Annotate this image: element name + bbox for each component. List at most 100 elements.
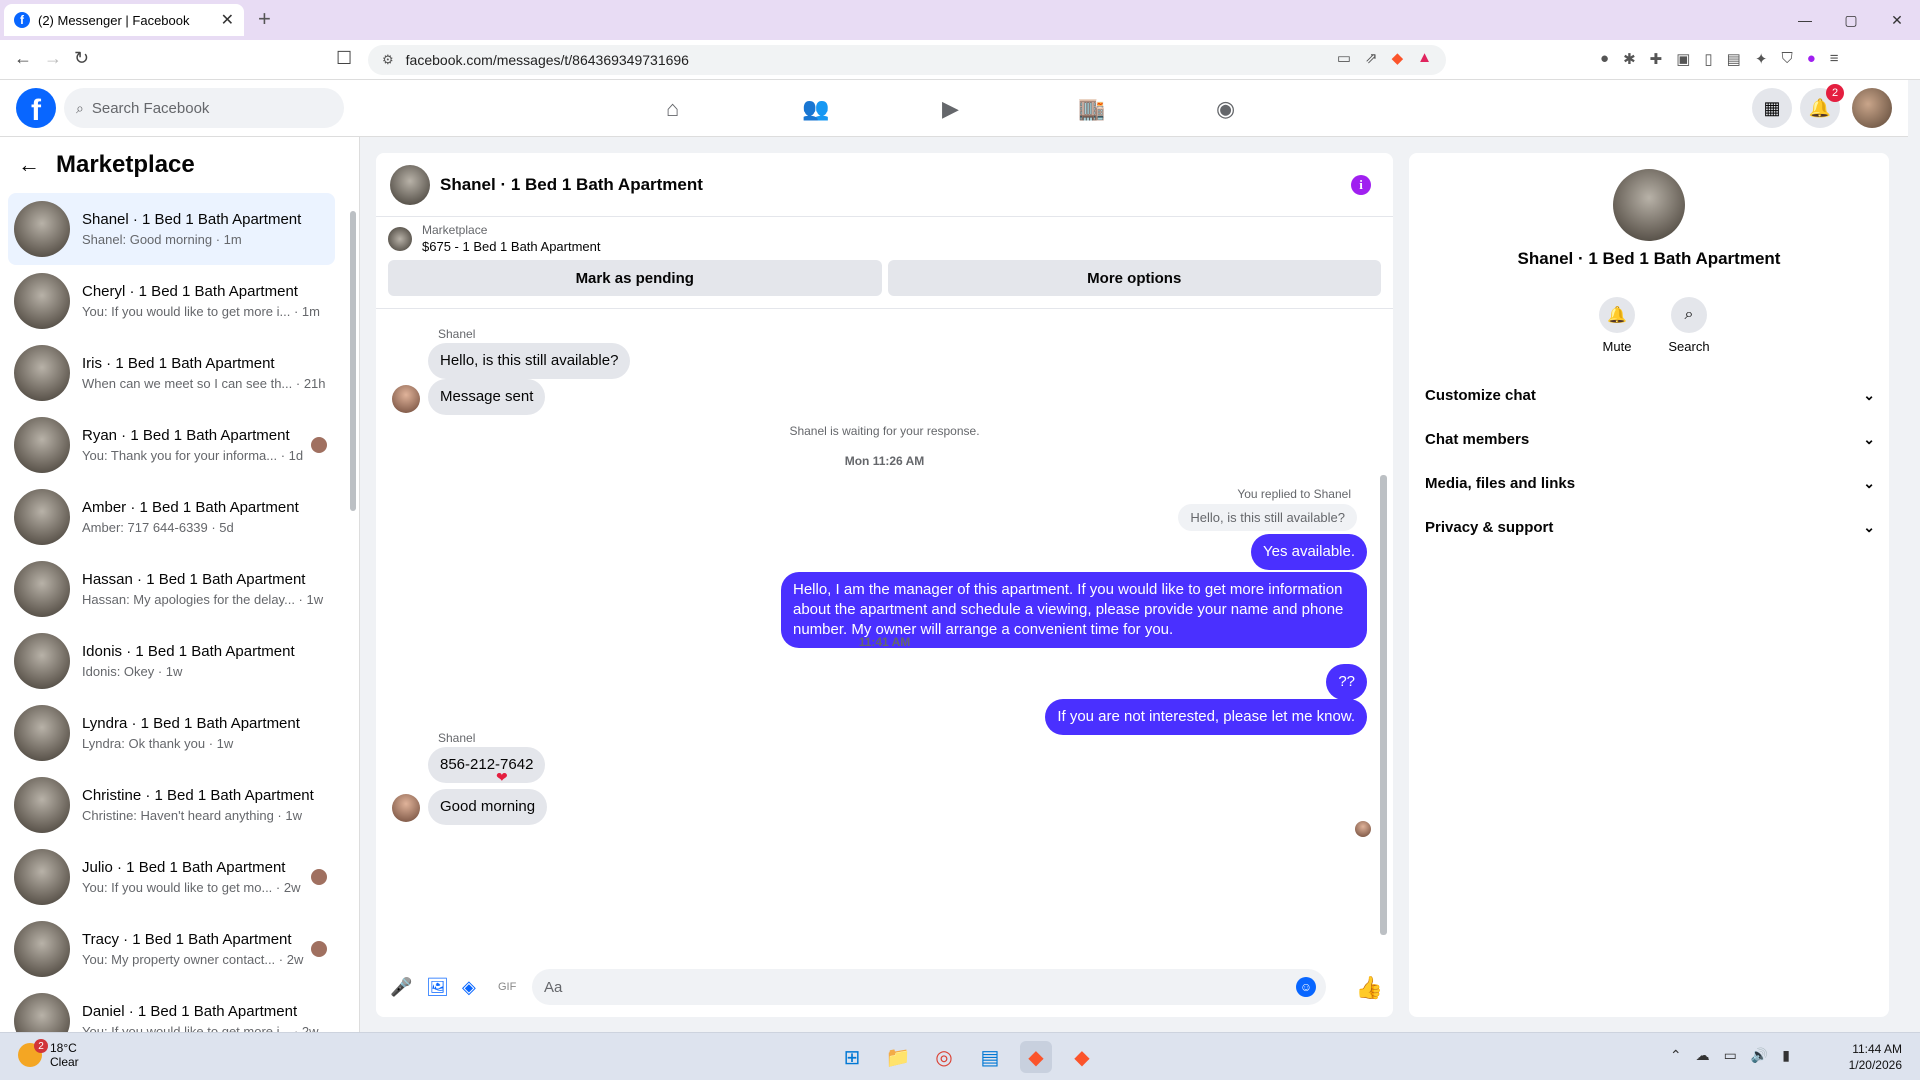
gif-icon[interactable]: GIF <box>498 981 534 993</box>
vpn-icon[interactable]: ⛉ <box>1781 50 1792 68</box>
mute-button[interactable]: 🔔 Mute <box>1587 297 1647 354</box>
reader-icon[interactable]: ▣ <box>1676 50 1690 68</box>
notifications-icon[interactable]: 🔔 2 <box>1800 84 1844 128</box>
incoming-message[interactable]: Good morning <box>428 789 548 825</box>
conversation-item[interactable]: Iris · 1 Bed 1 Bath Apartment When can we… <box>8 337 335 409</box>
extension-icon[interactable]: ● <box>1600 50 1609 68</box>
weather-widget[interactable]: 2 18°C Clear <box>18 1039 79 1069</box>
outgoing-message[interactable]: ?? <box>1326 664 1367 700</box>
incoming-message[interactable]: 856-212-7642 <box>428 747 546 783</box>
video-icon[interactable]: ▶ <box>942 96 959 122</box>
quoted-message[interactable]: Hello, is this still available? <box>1178 504 1357 531</box>
menu-grid-icon[interactable]: ▦ <box>1752 88 1792 128</box>
menu-icon[interactable]: ≡ <box>1830 50 1839 68</box>
more-options-button[interactable]: More options <box>887 260 1381 296</box>
new-tab-button[interactable]: + <box>258 6 271 32</box>
scrollbar-thumb[interactable] <box>350 211 356 511</box>
account-avatar[interactable] <box>1852 88 1892 128</box>
sticker-icon[interactable]: ◈ <box>462 977 498 998</box>
conversation-item[interactable]: Daniel · 1 Bed 1 Bath Apartment You: If y… <box>8 985 335 1032</box>
chrome-icon[interactable]: ◎ <box>928 1041 960 1073</box>
info-icon[interactable]: i <box>1351 175 1371 195</box>
brave-rewards-icon[interactable]: ▲ <box>1417 49 1432 67</box>
conversation-item[interactable]: Amber · 1 Bed 1 Bath Apartment Amber: 717… <box>8 481 335 553</box>
conversation-item[interactable]: Ryan · 1 Bed 1 Bath Apartment You: Thank … <box>8 409 335 481</box>
media-files-links-section[interactable]: Media, files and links ⌄ <box>1425 461 1875 505</box>
incoming-message[interactable]: Message sent <box>428 379 546 415</box>
conversation-item[interactable]: Cheryl · 1 Bed 1 Bath Apartment You: If y… <box>8 265 335 337</box>
conversation-item[interactable]: Hassan · 1 Bed 1 Bath Apartment Hassan: M… <box>8 553 335 625</box>
site-info-icon[interactable]: ⚙ <box>382 52 394 68</box>
sender-avatar[interactable] <box>392 794 420 822</box>
wallet-icon[interactable]: ▤ <box>1727 50 1741 68</box>
back-arrow-icon[interactable]: ← <box>14 48 32 69</box>
search-button[interactable]: ⌕ Search <box>1659 297 1719 354</box>
system-clock[interactable]: 11:44 AM 1/20/2026 <box>1849 1041 1902 1073</box>
sidebar-toggle-icon[interactable]: ▯ <box>1704 50 1712 68</box>
sender-avatar[interactable] <box>392 385 420 413</box>
tab-close-icon[interactable]: ✕ <box>221 10 234 30</box>
message-input[interactable]: Aa ☺ <box>532 969 1326 1005</box>
conversation-item[interactable]: Julio · 1 Bed 1 Bath Apartment You: If yo… <box>8 841 335 913</box>
leo-icon[interactable]: ✦ <box>1755 50 1768 68</box>
bookmark-icon[interactable]: ☐ <box>336 48 352 69</box>
share-icon[interactable]: ⇗ <box>1365 49 1378 67</box>
cast-icon[interactable]: ▭ <box>1337 49 1351 67</box>
onedrive-icon[interactable]: ☁ <box>1696 1047 1710 1064</box>
network-icon[interactable]: ▭ <box>1724 1047 1737 1064</box>
conversation-item[interactable]: Christine · 1 Bed 1 Bath Apartment Christ… <box>8 769 335 841</box>
section-label: Chat members <box>1425 430 1530 448</box>
customize-chat-section[interactable]: Customize chat ⌄ <box>1425 373 1875 417</box>
brave-browser-icon[interactable]: ◆ <box>1066 1041 1098 1073</box>
profile-avatar[interactable] <box>1613 169 1685 241</box>
microphone-icon[interactable]: 🎤 <box>390 977 426 998</box>
conversation-item[interactable]: Lyndra · 1 Bed 1 Bath Apartment Lyndra: O… <box>8 697 335 769</box>
heart-reaction-icon[interactable]: ❤ <box>496 769 508 786</box>
reload-icon[interactable]: ↻ <box>74 48 89 69</box>
volume-icon[interactable]: 🔊 <box>1751 1047 1768 1064</box>
conversation-item[interactable]: Shanel · 1 Bed 1 Bath Apartment Shanel: G… <box>8 193 335 265</box>
incoming-message[interactable]: Hello, is this still available? <box>428 343 631 379</box>
chevron-up-icon[interactable]: ⌃ <box>1670 1047 1682 1064</box>
close-window-button[interactable]: ✕ <box>1874 0 1920 40</box>
outgoing-message[interactable]: If you are not interested, please let me… <box>1045 699 1367 735</box>
groups-icon[interactable]: ◉ <box>1216 96 1235 122</box>
forward-arrow-icon[interactable]: → <box>44 48 62 69</box>
listing-thumbnail[interactable] <box>388 226 412 251</box>
emoji-icon[interactable]: ☺ <box>1296 977 1316 997</box>
sidebar-scrollbar[interactable] <box>349 191 357 1031</box>
friends-icon[interactable]: 👥 <box>802 96 829 122</box>
facebook-logo[interactable]: f <box>16 88 56 128</box>
chat-title[interactable]: Shanel · 1 Bed 1 Bath Apartment <box>440 175 703 195</box>
facebook-search-input[interactable]: ⌕ Search Facebook <box>64 88 344 128</box>
conversation-item[interactable]: Idonis · 1 Bed 1 Bath Apartment Idonis: O… <box>8 625 335 697</box>
file-explorer-icon[interactable]: 📁 <box>882 1041 914 1073</box>
photo-icon[interactable]: 🖼 <box>426 977 462 998</box>
brave-browser-icon[interactable]: ◆ <box>1020 1041 1052 1073</box>
clock-time: 11:44 AM <box>1852 1042 1902 1056</box>
listing-price[interactable]: $675 - 1 Bed 1 Bath Apartment <box>422 239 601 254</box>
extension-icon[interactable]: ✱ <box>1623 50 1636 68</box>
battery-icon[interactable]: ▮ <box>1782 1047 1790 1064</box>
outgoing-message[interactable]: Yes available. <box>1250 534 1367 570</box>
chat-members-section[interactable]: Chat members ⌄ <box>1425 417 1875 461</box>
privacy-support-section[interactable]: Privacy & support ⌄ <box>1425 505 1875 549</box>
thumbs-up-icon[interactable]: 👍 <box>1356 975 1383 1001</box>
chat-avatar[interactable] <box>390 164 430 205</box>
marketplace-icon[interactable]: 🏬 <box>1078 96 1105 122</box>
browser-tab-messenger[interactable]: f (2) Messenger | Facebook ✕ <box>4 4 244 36</box>
puzzle-icon[interactable]: ✚ <box>1650 50 1663 68</box>
scrollbar-thumb[interactable] <box>1380 475 1387 935</box>
minimize-button[interactable]: — <box>1782 0 1828 40</box>
notepad-icon[interactable]: ▤ <box>974 1041 1006 1073</box>
back-arrow-icon[interactable]: ← <box>18 152 40 178</box>
profile-icon[interactable]: ● <box>1807 50 1816 68</box>
home-icon[interactable]: ⌂ <box>666 96 679 122</box>
chat-scrollbar[interactable] <box>1379 315 1387 945</box>
url-input[interactable]: ⚙ facebook.com/messages/t/86436934973169… <box>368 45 1446 75</box>
start-icon[interactable]: ⊞ <box>836 1041 868 1073</box>
maximize-button[interactable]: ▢ <box>1828 0 1874 40</box>
conversation-item[interactable]: Tracy · 1 Bed 1 Bath Apartment You: My pr… <box>8 913 335 985</box>
mark-as-pending-button[interactable]: Mark as pending <box>388 260 882 296</box>
brave-shield-icon[interactable]: ◆ <box>1392 49 1404 67</box>
